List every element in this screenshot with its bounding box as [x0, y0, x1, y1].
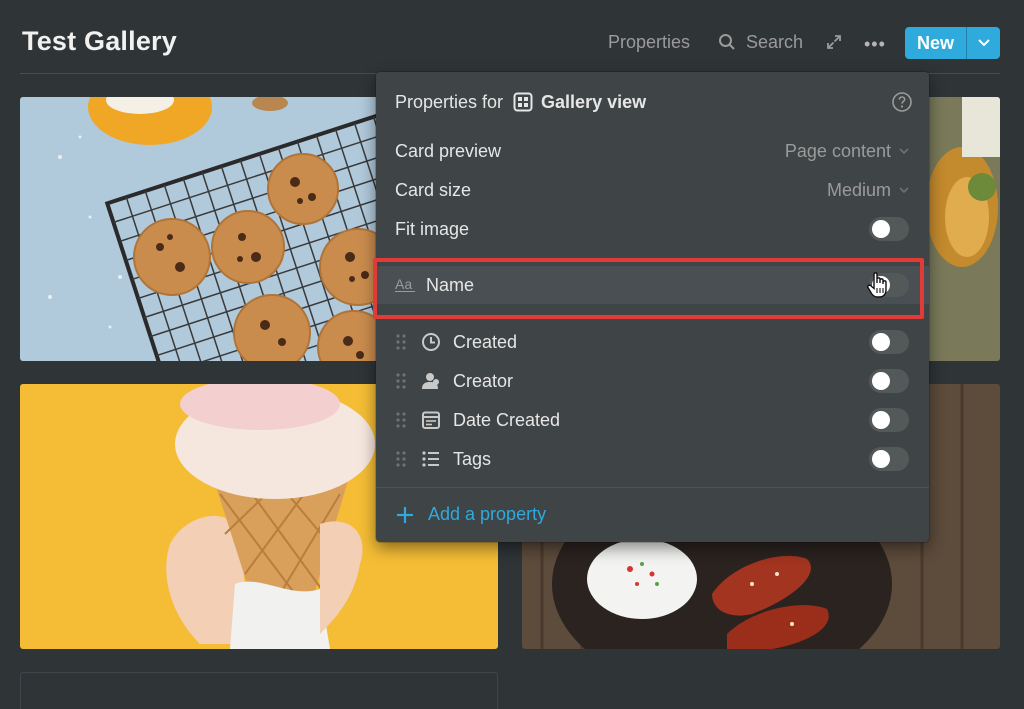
hand-cursor-icon — [867, 272, 887, 298]
chevron-down-icon — [977, 39, 990, 47]
fit-image-toggle[interactable] — [869, 217, 909, 241]
property-row-created[interactable]: Created — [376, 323, 929, 361]
fit-image-row[interactable]: Fit image — [376, 210, 929, 248]
gallery-header: Test Gallery Properties Search ••• New — [0, 0, 1024, 80]
search-button[interactable]: Search — [746, 32, 803, 53]
list-icon — [422, 451, 439, 467]
popup-title-prefix: Properties for — [395, 91, 504, 112]
name-row-highlight — [373, 258, 924, 319]
plus-icon — [397, 506, 413, 523]
fit-image-label: Fit image — [395, 218, 470, 239]
card-preview-value: Page content — [784, 140, 891, 161]
card-preview-label: Card preview — [395, 140, 502, 161]
property-toggle-creator[interactable] — [869, 369, 909, 393]
property-toggle-created[interactable] — [869, 330, 909, 354]
popup-divider — [376, 487, 929, 488]
card-size-row[interactable]: Card size Medium — [376, 171, 929, 209]
card-preview-row[interactable]: Card preview Page content — [376, 132, 929, 170]
card-size-value: Medium — [826, 179, 891, 200]
card-size-select[interactable]: Medium — [827, 180, 909, 201]
more-options-icon[interactable]: ••• — [864, 34, 886, 55]
property-label-creator: Creator — [453, 370, 514, 391]
gallery-card-empty[interactable] — [20, 672, 498, 709]
page-title: Test Gallery — [22, 26, 177, 56]
drag-handle-icon[interactable] — [395, 333, 407, 351]
property-row-creator[interactable]: Creator — [376, 362, 929, 400]
card-preview-select[interactable]: Page content — [785, 141, 909, 162]
drag-handle-icon[interactable] — [395, 411, 407, 429]
new-button[interactable]: New — [905, 27, 1000, 59]
gallery-view-icon — [513, 92, 533, 112]
chevron-down-icon — [899, 147, 909, 154]
drag-handle-icon[interactable] — [395, 372, 407, 390]
property-label-date-created: Date Created — [453, 409, 561, 430]
popup-view-name: Gallery view — [541, 91, 647, 112]
add-property-label: Add a property — [428, 504, 547, 524]
new-button-label[interactable]: New — [905, 27, 967, 59]
popup-header: Properties for Gallery view — [395, 91, 646, 113]
drag-handle-icon[interactable] — [395, 450, 407, 468]
property-toggle-tags[interactable] — [869, 447, 909, 471]
property-label-tags: Tags — [453, 448, 492, 469]
expand-icon[interactable] — [826, 34, 842, 50]
property-row-tags[interactable]: Tags — [376, 440, 929, 478]
properties-button[interactable]: Properties — [608, 32, 690, 53]
clock-icon — [422, 333, 440, 351]
chevron-down-icon — [899, 186, 909, 193]
help-icon[interactable] — [891, 91, 913, 113]
new-dropdown-caret[interactable] — [967, 27, 1000, 59]
calendar-icon — [422, 411, 440, 429]
property-row-date-created[interactable]: Date Created — [376, 401, 929, 439]
add-property-button[interactable]: Add a property — [395, 504, 546, 525]
property-toggle-date-created[interactable] — [869, 408, 909, 432]
search-icon[interactable] — [718, 33, 736, 51]
property-label-created: Created — [453, 331, 518, 352]
person-icon — [422, 373, 439, 389]
card-size-label: Card size — [395, 179, 472, 200]
